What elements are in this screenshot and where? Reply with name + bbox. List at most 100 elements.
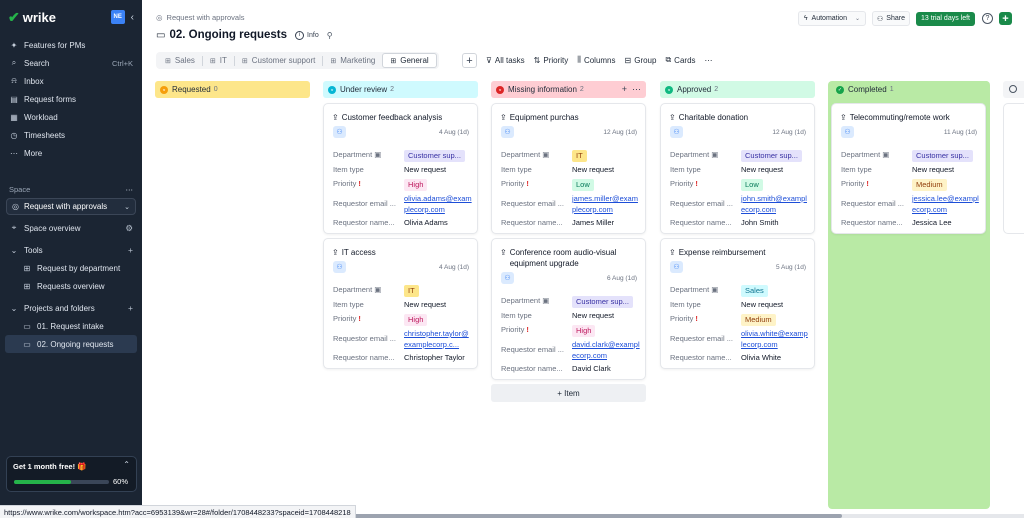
- tab-general[interactable]: ⊞ General: [382, 53, 437, 68]
- item-type-value[interactable]: New request: [404, 165, 446, 174]
- requestor-name-value[interactable]: Olivia White: [741, 353, 781, 362]
- priority-tag[interactable]: High: [404, 179, 428, 191]
- breadcrumb[interactable]: ◎ Request with approvals: [156, 13, 245, 22]
- column-header-requested[interactable]: ◒ Requested 0: [155, 81, 310, 98]
- filter-all-tasks[interactable]: ⊽ All tasks: [486, 56, 525, 65]
- user-avatar[interactable]: NE: [110, 10, 125, 24]
- department-tag[interactable]: IT: [404, 285, 419, 297]
- assignee-add-icon[interactable]: ⚇: [333, 261, 346, 273]
- department-tag[interactable]: Customer sup...: [741, 150, 802, 162]
- requestor-email-link[interactable]: olivia.white@examplecorp.com: [741, 329, 809, 350]
- space-selector[interactable]: ◎ Request with approvals ⌄: [6, 198, 136, 215]
- priority-tag[interactable]: High: [572, 325, 596, 337]
- settings-gear-icon[interactable]: ⚙: [125, 223, 133, 234]
- column-header-under-review[interactable]: ◒ Under review 2: [323, 81, 478, 98]
- sidebar-item-more[interactable]: ⋯ More: [0, 144, 142, 162]
- requestor-name-value[interactable]: Jessica Lee: [912, 218, 952, 227]
- item-type-value[interactable]: New request: [741, 165, 783, 174]
- tab-customer-support[interactable]: ⊞ Customer support: [235, 53, 322, 68]
- column-more-icon[interactable]: ⋯: [632, 84, 641, 94]
- group-button[interactable]: ⊟ Group: [625, 56, 657, 65]
- tab-marketing[interactable]: ⊞ Marketing: [323, 53, 382, 68]
- priority-tag[interactable]: High: [404, 314, 428, 326]
- task-card[interactable]: ⇪ Telecommuting/remote work ⚇ 11 Aug (1d)…: [831, 103, 986, 234]
- priority-tag[interactable]: Medium: [741, 314, 776, 326]
- priority-tag[interactable]: Medium: [912, 179, 947, 191]
- requestor-email-link[interactable]: john.smith@examplecorp.com: [741, 194, 809, 215]
- add-item-button[interactable]: + Item: [491, 384, 646, 402]
- add-task-icon[interactable]: +: [622, 84, 627, 94]
- create-new-button[interactable]: +: [999, 12, 1012, 25]
- task-card[interactable]: ⇪ Conference room audio-visual equipment …: [491, 238, 646, 380]
- cards-button[interactable]: ⧉ Cards: [665, 55, 695, 65]
- requestor-name-value[interactable]: David Clark: [572, 364, 611, 373]
- help-icon[interactable]: ?: [982, 13, 993, 24]
- share-button[interactable]: ⚇ Share: [872, 11, 910, 26]
- add-project-icon[interactable]: +: [128, 303, 133, 313]
- tab-it[interactable]: ⊞ IT: [203, 53, 234, 68]
- sidebar-item-request-by-department[interactable]: ⊞ Request by department: [0, 259, 142, 277]
- requestor-name-value[interactable]: John Smith: [741, 218, 779, 227]
- requestor-email-link[interactable]: olivia.adams@examplecorp.com: [404, 194, 472, 215]
- department-tag[interactable]: Customer sup...: [572, 296, 633, 308]
- task-card[interactable]: ⇪ Charitable donation ⚇ 12 Aug (1d) Depar…: [660, 103, 815, 234]
- assignee-add-icon[interactable]: ⚇: [670, 261, 683, 273]
- sidebar-item-space-overview[interactable]: ⌖ Space overview ⚙: [0, 219, 142, 237]
- sidebar-item-features[interactable]: ✦ Features for PMs: [0, 36, 142, 54]
- task-card-partial[interactable]: [1003, 103, 1024, 234]
- card-title[interactable]: ⇪ Customer feedback analysis: [332, 112, 474, 123]
- more-options-icon[interactable]: ⋯: [705, 56, 713, 65]
- add-tool-icon[interactable]: +: [128, 245, 133, 255]
- wrike-logo[interactable]: ✔ wrike: [8, 9, 56, 26]
- sort-priority[interactable]: ⇅ Priority: [534, 56, 569, 65]
- requestor-email-link[interactable]: jessica.lee@examplecorp.com: [912, 194, 980, 215]
- space-more-icon[interactable]: ⋯: [126, 185, 134, 194]
- sidebar-item-ongoing-requests[interactable]: ▭ 02. Ongoing requests: [5, 335, 137, 353]
- collapse-sidebar-icon[interactable]: ‹: [131, 12, 134, 23]
- sidebar-item-request-intake[interactable]: ▭ 01. Request intake: [0, 317, 142, 335]
- pin-icon[interactable]: ⚲: [327, 31, 333, 40]
- trial-badge[interactable]: 13 trial days left: [915, 11, 975, 26]
- assignee-add-icon[interactable]: ⚇: [501, 126, 514, 138]
- add-view-button[interactable]: +: [462, 53, 477, 68]
- priority-tag[interactable]: Low: [741, 179, 763, 191]
- chevron-up-icon[interactable]: ⌃: [123, 460, 130, 469]
- page-title[interactable]: 02. Ongoing requests: [169, 29, 287, 41]
- sidebar-item-timesheets[interactable]: ◷ Timesheets: [0, 126, 142, 144]
- column-header-missing-information[interactable]: ◒ Missing information 2 + ⋯: [491, 81, 646, 98]
- department-tag[interactable]: IT: [572, 150, 587, 162]
- tools-section[interactable]: ⌄ Tools +: [0, 241, 142, 259]
- department-tag[interactable]: Sales: [741, 285, 768, 297]
- assignee-add-icon[interactable]: ⚇: [333, 126, 346, 138]
- columns-button[interactable]: ⫼ Columns: [577, 55, 615, 65]
- requestor-email-link[interactable]: christopher.taylor@examplecorp.c...: [404, 329, 472, 350]
- assignee-add-icon[interactable]: ⚇: [501, 272, 514, 284]
- sidebar-item-workload[interactable]: ▦ Workload: [0, 108, 142, 126]
- task-card[interactable]: ⇪ Expense reimbursement ⚇ 5 Aug (1d) Depa…: [660, 238, 815, 369]
- task-card[interactable]: ⇪ Customer feedback analysis ⚇ 4 Aug (1d)…: [323, 103, 478, 234]
- requestor-email-link[interactable]: james.miller@examplecorp.com: [572, 194, 640, 215]
- item-type-value[interactable]: New request: [912, 165, 954, 174]
- priority-tag[interactable]: Low: [572, 179, 594, 191]
- sidebar-item-requests-overview[interactable]: ⊞ Requests overview: [0, 277, 142, 295]
- sidebar-item-request-forms[interactable]: ▤ Request forms: [0, 90, 142, 108]
- card-title[interactable]: ⇪ IT access: [332, 247, 474, 258]
- column-header-approved[interactable]: ◒ Approved 2: [660, 81, 815, 98]
- automation-button[interactable]: ϟ Automation ⌄: [797, 11, 866, 26]
- task-card[interactable]: ⇪ IT access ⚇ 4 Aug (1d) Department ▣ IT I…: [323, 238, 478, 369]
- item-type-value[interactable]: New request: [572, 311, 614, 320]
- requestor-email-link[interactable]: david.clark@examplecorp.com: [572, 340, 640, 361]
- projects-section[interactable]: ⌄ Projects and folders +: [0, 299, 142, 317]
- department-tag[interactable]: Customer sup...: [912, 150, 973, 162]
- info-button[interactable]: i Info: [295, 30, 319, 40]
- tab-sales[interactable]: ⊞ Sales: [158, 53, 202, 68]
- requestor-name-value[interactable]: James Miller: [572, 218, 614, 227]
- promo-banner[interactable]: Get 1 month free! 🎁 ⌃ 60%: [6, 456, 137, 492]
- column-header-completed[interactable]: ✓ Completed 1: [831, 81, 989, 98]
- sidebar-item-search[interactable]: ⌕ Search Ctrl+K: [0, 54, 142, 72]
- assignee-add-icon[interactable]: ⚇: [670, 126, 683, 138]
- task-card[interactable]: ⇪ Equipment purchas ⚇ 12 Aug (1d) Departm…: [491, 103, 646, 234]
- item-type-value[interactable]: New request: [741, 300, 783, 309]
- assignee-add-icon[interactable]: ⚇: [841, 126, 854, 138]
- card-title[interactable]: ⇪ Conference room audio-visual equipment …: [500, 247, 642, 269]
